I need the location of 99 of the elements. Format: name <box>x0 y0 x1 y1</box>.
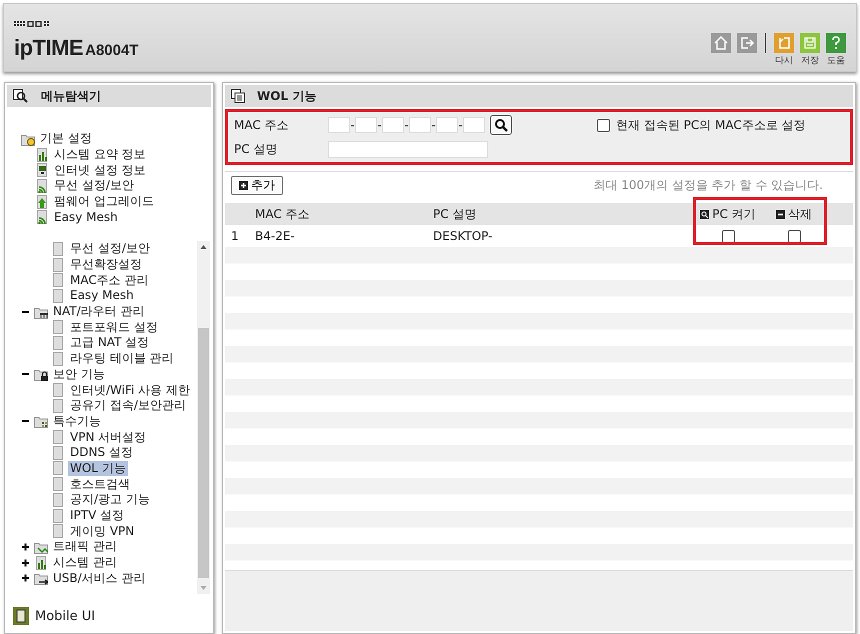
logo-icon <box>14 21 49 27</box>
table-cell-text: DESKTOP- <box>433 229 494 243</box>
page-icon <box>51 446 65 460</box>
expand-icon[interactable] <box>21 558 31 568</box>
mac-octet-field[interactable] <box>382 117 404 133</box>
search-button[interactable] <box>490 115 512 135</box>
menu-item[interactable]: DDNS 설정 <box>68 445 135 460</box>
page-icon <box>51 288 65 303</box>
menu-item[interactable]: WOL 기능 <box>68 460 128 476</box>
add-button[interactable]: 추가 <box>231 176 283 195</box>
search-icon <box>700 210 710 218</box>
menu-item[interactable]: 공지/광고 기능 <box>68 492 152 508</box>
menu-item[interactable]: 게이밍 VPN <box>68 524 136 539</box>
field-label: MAC 주소 <box>234 116 290 134</box>
wifi-icon <box>35 210 49 224</box>
page-icon <box>51 477 65 492</box>
menu-item[interactable]: 라우팅 테이블 관리 <box>68 351 176 366</box>
page-icon <box>51 508 65 523</box>
menu-item[interactable]: 무선 설정/보안 <box>68 241 152 256</box>
mac-octet-field[interactable] <box>355 117 377 133</box>
menu-group[interactable]: 기본 설정 <box>38 131 94 146</box>
logout-button[interactable] <box>737 33 757 53</box>
wifi-icon <box>35 178 49 193</box>
minus-icon <box>776 210 785 218</box>
menu-item[interactable]: 인터넷 설정 정보 <box>52 162 148 178</box>
mac-octet-field[interactable] <box>436 117 458 133</box>
separator-text: - <box>404 118 409 132</box>
menu-item[interactable]: Easy Mesh <box>52 210 120 225</box>
window-icon <box>231 89 245 103</box>
column-header: PC 설명 <box>433 206 478 222</box>
checkbox[interactable] <box>788 230 800 242</box>
menu-item[interactable]: MAC주소 관리 <box>68 272 151 288</box>
separator-text: - <box>377 118 382 132</box>
page-icon <box>51 320 65 334</box>
separator-text: - <box>431 118 436 132</box>
checkbox[interactable] <box>722 230 734 242</box>
brand-logo: ipTIME <box>14 35 84 61</box>
mac-octet-field[interactable] <box>463 117 485 133</box>
menu-item[interactable]: Easy Mesh <box>68 288 136 304</box>
model-name: A8004T <box>85 42 138 59</box>
monitor-icon <box>35 163 49 178</box>
menu-group[interactable]: 트래픽 관리 <box>51 539 119 554</box>
lock-icon <box>34 367 48 382</box>
page-icon <box>51 383 65 398</box>
menu-item[interactable]: 호스트검색 <box>68 476 132 492</box>
phone-icon <box>13 607 29 625</box>
plus-icon <box>239 181 248 190</box>
column-header: PC 켜기 <box>712 206 756 222</box>
page-icon <box>51 524 65 538</box>
usb-icon <box>34 571 48 586</box>
limit-note: 최대 100개의 설정을 추가 할 수 있습니다. <box>593 177 823 194</box>
expand-icon[interactable] <box>21 573 31 584</box>
menu-group[interactable]: USB/서비스 관리 <box>51 570 148 586</box>
page-icon <box>51 398 65 413</box>
separator-text: - <box>458 118 463 132</box>
page-icon <box>51 336 65 350</box>
menu-item[interactable]: IPTV 설정 <box>68 508 126 524</box>
page-title: WOL 기능 <box>257 88 316 104</box>
row-number: 1 <box>230 229 240 243</box>
menu-item[interactable]: 포트포워드 설정 <box>68 320 160 335</box>
search-icon <box>13 89 29 103</box>
page-icon <box>51 461 65 476</box>
menu-item[interactable]: 인터넷/WiFi 사용 제한 <box>68 382 192 398</box>
page-icon <box>51 258 65 272</box>
menu-item[interactable]: 무선확장설정 <box>68 257 144 272</box>
menu-item[interactable]: 시스템 요약 정보 <box>52 147 148 162</box>
menu-item[interactable]: 고급 NAT 설정 <box>68 335 152 350</box>
field-label: PC 설명 <box>234 140 278 158</box>
separator-text: - <box>350 118 355 132</box>
description-field[interactable] <box>328 140 488 158</box>
grid-icon <box>34 414 48 428</box>
page-icon <box>51 242 65 256</box>
expand-icon[interactable] <box>21 542 31 552</box>
home-button[interactable] <box>711 33 731 53</box>
bar-chart-icon <box>35 148 49 162</box>
menu-item[interactable]: 공유기 접속/보안관리 <box>68 398 188 414</box>
page-icon <box>51 352 65 366</box>
panel-title: 메뉴탐색기 <box>41 88 101 104</box>
bar-chart-icon <box>34 556 48 570</box>
mac-octet-field[interactable] <box>328 117 350 133</box>
page-icon <box>51 430 65 444</box>
page-icon <box>51 492 65 507</box>
page-icon <box>51 273 65 288</box>
menu-item[interactable]: 무선 설정/보안 <box>52 178 136 194</box>
table-cell-text: B4-2E- <box>255 229 296 243</box>
mobile-ui-link[interactable]: Mobile UI <box>35 608 96 624</box>
menu-item[interactable]: 펌웨어 업그레이드 <box>52 194 156 210</box>
checkbox-label: 현재 접속된 PC의 MAC주소로 설정 <box>616 116 806 134</box>
menu-group[interactable]: NAT/라우터 관리 <box>51 304 146 320</box>
upload-arrow-icon <box>35 194 49 209</box>
menu-group[interactable]: 시스템 관리 <box>51 555 119 570</box>
scrollbar[interactable] <box>197 241 210 594</box>
column-header: 삭제 <box>788 206 812 222</box>
menu-group[interactable]: 특수기능 <box>51 414 103 429</box>
menu-group[interactable]: 보안 기능 <box>51 366 107 382</box>
mac-octet-field[interactable] <box>409 117 431 133</box>
checkbox[interactable] <box>597 118 610 132</box>
column-header: MAC 주소 <box>255 206 311 222</box>
menu-item[interactable]: VPN 서버설정 <box>68 430 148 445</box>
